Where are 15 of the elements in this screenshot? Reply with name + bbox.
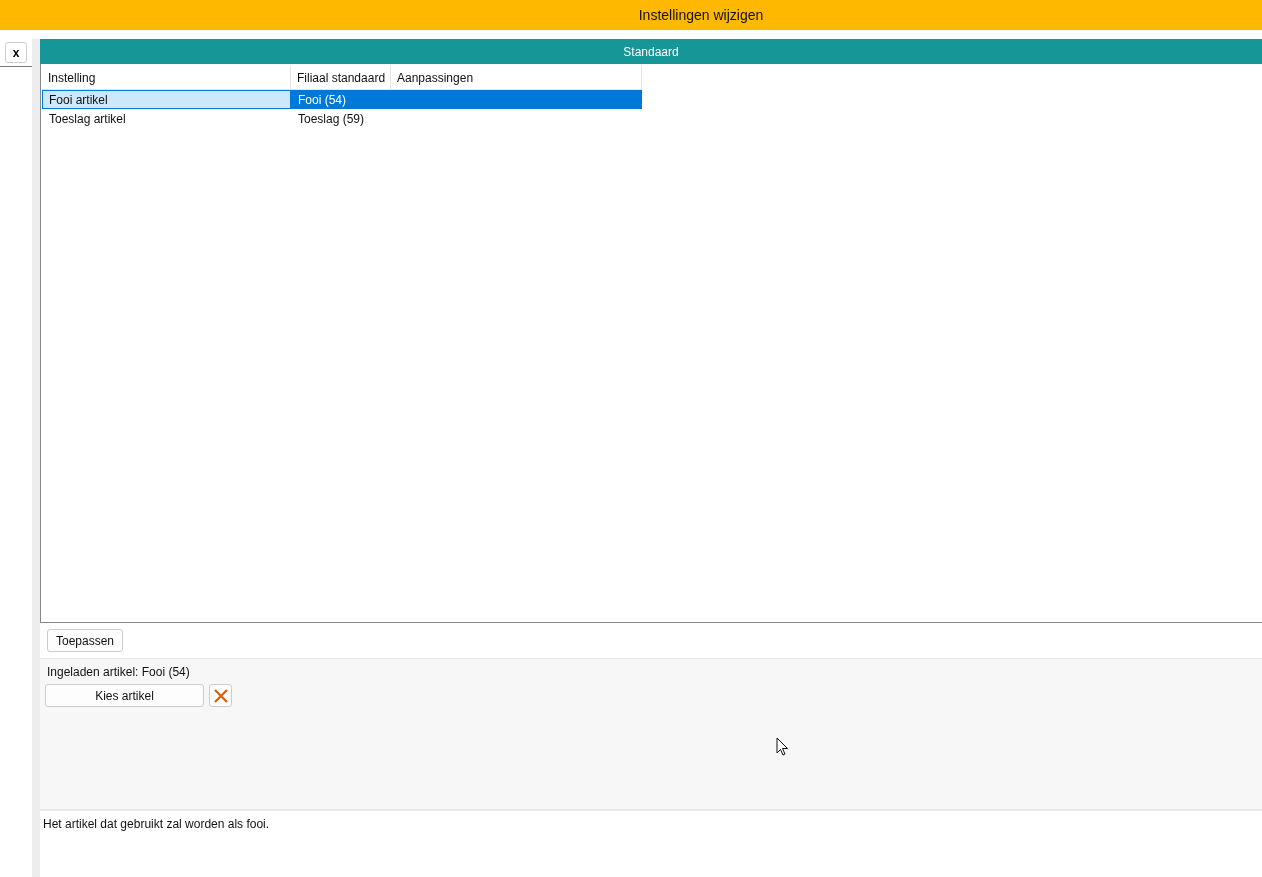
description-text: Het artikel dat gebruikt zal worden als fooi. bbox=[42, 816, 271, 833]
table-cell[interactable]: Fooi (54) bbox=[291, 90, 391, 109]
close-icon bbox=[213, 688, 228, 703]
table-cell[interactable]: Toeslag (59) bbox=[291, 109, 391, 128]
choose-article-button[interactable]: Kies artikel bbox=[45, 684, 204, 707]
table-cell[interactable] bbox=[391, 90, 642, 109]
window-title: Instellingen wijzigen bbox=[638, 7, 764, 23]
table-cell[interactable]: Toeslag artikel bbox=[42, 109, 291, 128]
table-cell[interactable]: Fooi artikel bbox=[42, 90, 291, 109]
mouse-pointer-icon bbox=[776, 737, 789, 756]
panel-header: Standaard bbox=[40, 39, 1262, 64]
apply-button[interactable]: Toepassen bbox=[47, 629, 124, 652]
clear-button[interactable] bbox=[209, 684, 232, 707]
close-button[interactable]: x bbox=[5, 42, 27, 63]
loaded-article-label: Ingeladen artikel: Fooi (54) bbox=[47, 665, 191, 679]
